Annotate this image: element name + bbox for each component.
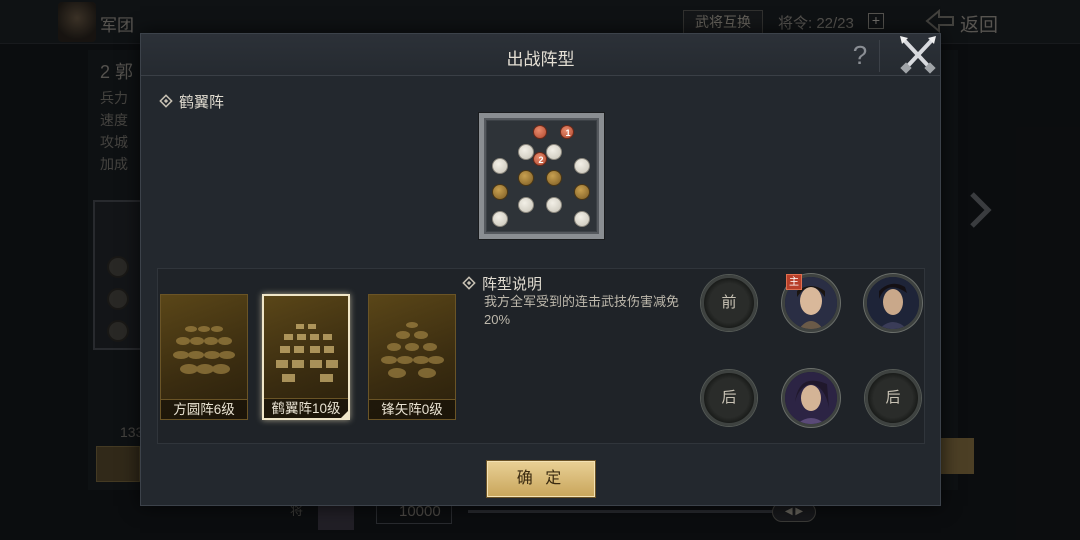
soldier-piece — [518, 197, 534, 213]
soldier-piece — [574, 184, 590, 200]
confirm-button[interactable]: 确 定 — [487, 461, 595, 497]
back-slot[interactable]: 后 — [701, 370, 757, 426]
header-divider — [879, 40, 880, 72]
crossed-swords-close-icon[interactable] — [896, 34, 940, 76]
soldier-piece — [574, 158, 590, 174]
dialog-title: 出战阵型 — [506, 50, 575, 69]
dialog-header: 出战阵型 ? — [141, 34, 940, 76]
general-avatar-icon — [785, 372, 837, 424]
lord-badge: 主 — [786, 274, 802, 290]
diamond-icon — [462, 276, 476, 290]
formation-description: 我方全军受到的连击武技伤害减免20% — [484, 294, 680, 327]
soldier-piece — [546, 197, 562, 213]
formation-card-fangyuan[interactable]: 方圆阵6级 — [160, 294, 248, 420]
front-slot[interactable]: 前 — [701, 275, 757, 331]
formation-board: 1 2 — [479, 113, 604, 239]
formation-pattern-icon — [276, 324, 338, 382]
help-button[interactable]: ? — [849, 40, 871, 70]
soldier-piece — [574, 211, 590, 227]
general-marker: 1 — [560, 125, 574, 139]
general-marker — [533, 125, 547, 139]
general-portrait[interactable] — [864, 274, 922, 332]
slot-label: 后 — [885, 389, 901, 406]
question-mark-icon: ? — [852, 40, 868, 70]
diamond-icon — [159, 94, 173, 108]
slot-label: 前 — [721, 294, 737, 311]
soldier-piece — [546, 144, 562, 160]
general-marker: 2 — [533, 152, 547, 166]
formation-pattern-icon — [173, 326, 235, 374]
general-portrait[interactable] — [782, 369, 840, 427]
general-avatar-icon — [867, 277, 919, 329]
soldier-piece — [518, 170, 534, 186]
formation-name: 鹤翼阵 — [179, 94, 225, 111]
soldier-piece — [492, 158, 508, 174]
selected-corner-mark — [340, 410, 349, 419]
formation-card-label: 锋矢阵0级 — [369, 399, 455, 419]
formation-card-label: 方圆阵6级 — [161, 399, 247, 419]
soldier-piece — [492, 211, 508, 227]
soldier-piece — [546, 170, 562, 186]
formation-pattern-icon — [381, 322, 444, 378]
soldier-piece — [492, 184, 508, 200]
back-slot[interactable]: 后 — [865, 370, 921, 426]
formation-card-heyi[interactable]: 鹤翼阵10级 — [262, 294, 350, 420]
soldier-piece — [518, 144, 534, 160]
description-title: 阵型说明 — [482, 276, 543, 293]
formation-dialog: 出战阵型 ? 鹤翼阵 1 2 方圆阵6级 鹤翼阵10级 锋矢阵0级 阵型说明 我… — [140, 33, 941, 506]
slot-label: 后 — [721, 389, 737, 406]
formation-selection-panel: 方圆阵6级 鹤翼阵10级 锋矢阵0级 阵型说明 我方全军受到的连击武技伤害减免2… — [157, 268, 925, 444]
formation-card-label: 鹤翼阵10级 — [264, 398, 348, 418]
formation-card-fengshi[interactable]: 锋矢阵0级 — [368, 294, 456, 420]
